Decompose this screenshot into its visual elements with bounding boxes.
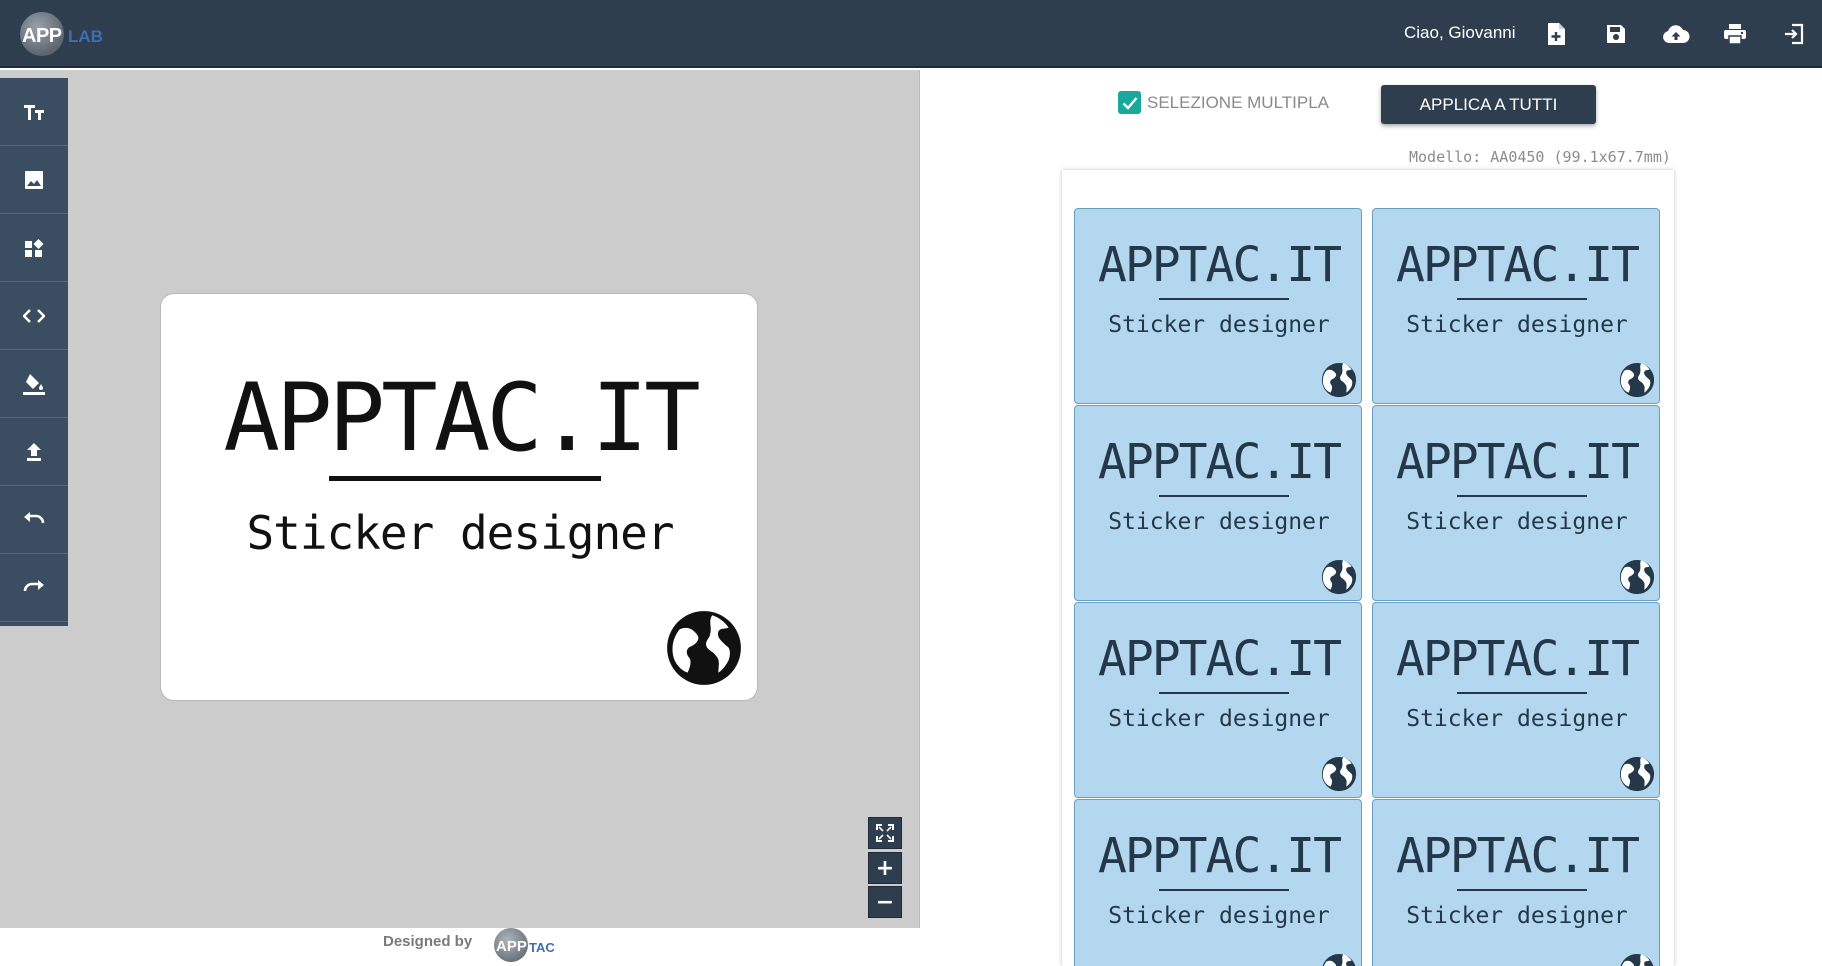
apply-to-all-button[interactable]: APPLICA A TUTTI <box>1381 85 1596 124</box>
image-tool[interactable] <box>0 146 68 214</box>
label-subtitle: Sticker designer <box>1406 706 1628 732</box>
applab-logo[interactable]: APP LAB <box>20 12 114 56</box>
sticker-underline[interactable] <box>329 476 601 481</box>
fullscreen-icon <box>876 824 894 842</box>
sheet-label[interactable]: APPTAC.IT Sticker designer <box>1372 602 1660 798</box>
text-icon <box>24 104 44 120</box>
label-underline <box>1159 692 1289 694</box>
label-title: APPTAC.IT <box>1395 237 1640 293</box>
sheet-label[interactable]: APPTAC.IT Sticker designer <box>1074 799 1362 966</box>
label-title: APPTAC.IT <box>1097 237 1342 293</box>
save-icon[interactable] <box>1600 18 1632 50</box>
label-title: APPTAC.IT <box>1395 828 1640 884</box>
design-canvas[interactable]: APPTAC.IT Sticker designer + − <box>0 70 920 928</box>
label-underline <box>1457 298 1587 300</box>
label-underline <box>1457 495 1587 497</box>
undo-tool[interactable] <box>0 486 68 554</box>
top-bar: APP LAB Ciao, Giovanni <box>0 0 1822 68</box>
label-subtitle: Sticker designer <box>1108 509 1330 535</box>
widgets-tool[interactable] <box>0 214 68 282</box>
sheet-label[interactable]: APPTAC.IT Sticker designer <box>1372 405 1660 601</box>
logo-lab-text: LAB <box>68 27 103 46</box>
fill-color-tool[interactable] <box>0 350 68 418</box>
globe-icon <box>1618 558 1656 596</box>
apptac-logo-tac: TAC <box>529 940 555 955</box>
sticker-preview[interactable]: APPTAC.IT Sticker designer <box>160 293 758 701</box>
zoom-in-button[interactable]: + <box>868 852 902 884</box>
sheet-label[interactable]: APPTAC.IT Sticker designer <box>1074 208 1362 404</box>
sheet-label[interactable]: APPTAC.IT Sticker designer <box>1074 602 1362 798</box>
label-underline <box>1159 889 1289 891</box>
code-icon <box>23 308 45 323</box>
left-toolbar <box>0 78 68 626</box>
user-greeting: Ciao, Giovanni <box>1404 23 1516 42</box>
label-underline <box>1457 692 1587 694</box>
label-subtitle: Sticker designer <box>1108 903 1330 929</box>
globe-icon <box>1320 361 1358 399</box>
print-icon[interactable] <box>1719 18 1751 50</box>
upload-icon <box>27 442 41 461</box>
cloud-upload-icon[interactable] <box>1660 18 1692 50</box>
label-sheet-preview: APPTAC.IT Sticker designer APPTAC.IT Sticke… <box>1062 170 1674 966</box>
designed-by-text: Designed by <box>383 933 473 950</box>
multi-select-checkbox[interactable]: SELEZIONE MULTIPLA <box>1118 91 1329 114</box>
label-subtitle: Sticker designer <box>1406 509 1628 535</box>
checkbox-checked-icon[interactable] <box>1118 91 1141 114</box>
label-title: APPTAC.IT <box>1097 631 1342 687</box>
multi-select-label[interactable]: SELEZIONE MULTIPLA <box>1147 93 1329 113</box>
globe-icon <box>1321 952 1357 966</box>
redo-icon <box>23 579 44 591</box>
label-underline <box>1159 298 1289 300</box>
label-title: APPTAC.IT <box>1395 631 1640 687</box>
label-title: APPTAC.IT <box>1097 434 1342 490</box>
sheet-label[interactable]: APPTAC.IT Sticker designer <box>1372 799 1660 966</box>
code-tool[interactable] <box>0 282 68 350</box>
model-info: Modello: AA0450 (99.1x67.7mm) <box>1409 148 1671 166</box>
zoom-out-button[interactable]: − <box>868 886 902 918</box>
label-subtitle: Sticker designer <box>1406 312 1628 338</box>
sticker-subtitle[interactable]: Sticker designer <box>161 506 759 560</box>
logo-app-text: APP <box>22 25 62 47</box>
label-title: APPTAC.IT <box>1395 434 1640 490</box>
apptac-logo[interactable]: APP TAC <box>494 928 560 962</box>
globe-icon <box>1320 755 1358 793</box>
label-subtitle: Sticker designer <box>1108 312 1330 338</box>
globe-icon <box>1320 558 1358 596</box>
logout-icon[interactable] <box>1778 18 1810 50</box>
sheet-label[interactable]: APPTAC.IT Sticker designer <box>1372 208 1660 404</box>
text-tool[interactable] <box>0 78 68 146</box>
globe-icon <box>1619 952 1655 966</box>
apptac-logo-app: APP <box>496 938 527 955</box>
sticker-title[interactable]: APPTAC.IT <box>161 372 759 466</box>
image-icon <box>25 170 43 189</box>
label-subtitle: Sticker designer <box>1108 706 1330 732</box>
label-underline <box>1159 495 1289 497</box>
sheet-label[interactable]: APPTAC.IT Sticker designer <box>1074 405 1362 601</box>
globe-icon <box>1618 755 1656 793</box>
fullscreen-button[interactable] <box>868 817 902 849</box>
redo-tool[interactable] <box>0 554 68 622</box>
label-underline <box>1457 889 1587 891</box>
undo-icon <box>24 511 45 523</box>
upload-tool[interactable] <box>0 418 68 486</box>
globe-icon[interactable] <box>663 607 745 689</box>
fill-color-icon <box>23 373 45 395</box>
widgets-icon <box>25 238 44 257</box>
new-document-icon[interactable] <box>1540 18 1572 50</box>
label-title: APPTAC.IT <box>1097 828 1342 884</box>
globe-icon <box>1618 361 1656 399</box>
label-subtitle: Sticker designer <box>1406 903 1628 929</box>
